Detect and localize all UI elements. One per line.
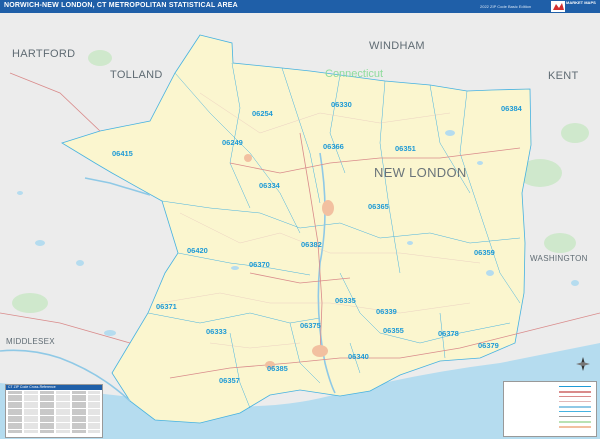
zip-label[interactable]: 06359 bbox=[474, 248, 495, 257]
zip-label[interactable]: 06333 bbox=[206, 327, 227, 336]
zip-label[interactable]: 06371 bbox=[156, 302, 177, 311]
key-line bbox=[559, 401, 591, 402]
key-row bbox=[507, 400, 593, 403]
zip-label[interactable]: 06334 bbox=[259, 181, 281, 190]
zip-label[interactable]: 06365 bbox=[368, 202, 389, 211]
key-line bbox=[559, 416, 591, 417]
key-row bbox=[507, 395, 593, 398]
zip-label[interactable]: 06249 bbox=[222, 138, 243, 147]
zip-label[interactable]: 06420 bbox=[187, 246, 208, 255]
title-bar: NORWICH-NEW LONDON, CT METROPOLITAN STAT… bbox=[0, 0, 600, 13]
region-label-washington: WASHINGTON bbox=[530, 254, 588, 263]
key-line bbox=[559, 411, 591, 412]
zip-cross-reference-legend: CT ZIP Code Cross-Reference bbox=[5, 384, 103, 438]
region-label-hartford: HARTFORD bbox=[12, 48, 75, 60]
map-key bbox=[503, 381, 597, 437]
map-title: NORWICH-NEW LONDON, CT METROPOLITAN STAT… bbox=[4, 2, 238, 9]
zip-label[interactable]: 06339 bbox=[376, 307, 397, 316]
zip-label[interactable]: 06357 bbox=[219, 376, 240, 385]
zip-label[interactable]: 06335 bbox=[335, 296, 356, 305]
edition-label: 2022 ZIP Code Basic Edition bbox=[480, 4, 532, 9]
key-row bbox=[507, 385, 593, 388]
zip-label[interactable]: 06384 bbox=[501, 104, 523, 113]
region-label-tolland: TOLLAND bbox=[110, 69, 163, 81]
key-line bbox=[559, 391, 591, 393]
key-line bbox=[559, 406, 591, 408]
zip-label[interactable]: 06375 bbox=[300, 321, 321, 330]
legend-rows bbox=[6, 390, 102, 434]
zip-code-map[interactable]: HARTFORD TOLLAND WINDHAM KENT WASHINGTON… bbox=[0, 13, 600, 439]
zip-label[interactable]: 06379 bbox=[478, 341, 499, 350]
key-line bbox=[559, 426, 591, 428]
compass-icon bbox=[576, 357, 590, 371]
key-row bbox=[507, 410, 593, 413]
region-label-middlesex: MIDDLESEX bbox=[6, 337, 55, 346]
zip-label[interactable]: 06378 bbox=[438, 329, 459, 338]
region-label-kent: KENT bbox=[548, 70, 579, 82]
logo-text: MARKET MAPS bbox=[566, 0, 596, 5]
zip-label[interactable]: 06385 bbox=[267, 364, 288, 373]
zip-label[interactable]: 06340 bbox=[348, 352, 369, 361]
zip-label[interactable]: 06330 bbox=[331, 100, 352, 109]
key-row bbox=[507, 405, 593, 408]
zip-label[interactable]: 06366 bbox=[323, 142, 344, 151]
key-line bbox=[559, 396, 591, 397]
zip-label[interactable]: 06355 bbox=[383, 326, 404, 335]
zip-label[interactable]: 06254 bbox=[252, 109, 274, 118]
state-label: Connecticut bbox=[325, 68, 383, 80]
zip-label[interactable]: 06351 bbox=[395, 144, 416, 153]
key-row bbox=[507, 390, 593, 393]
key-line bbox=[559, 386, 591, 387]
key-row bbox=[507, 420, 593, 423]
zip-label[interactable]: 06415 bbox=[112, 149, 133, 158]
key-row bbox=[507, 415, 593, 418]
zip-label[interactable]: 06370 bbox=[249, 260, 270, 269]
zip-label[interactable]: 06382 bbox=[301, 240, 322, 249]
legend-row bbox=[8, 429, 100, 433]
key-row bbox=[507, 425, 593, 428]
county-label: NEW LONDON bbox=[374, 165, 467, 180]
key-line bbox=[559, 421, 591, 423]
region-label-windham: WINDHAM bbox=[369, 40, 425, 52]
